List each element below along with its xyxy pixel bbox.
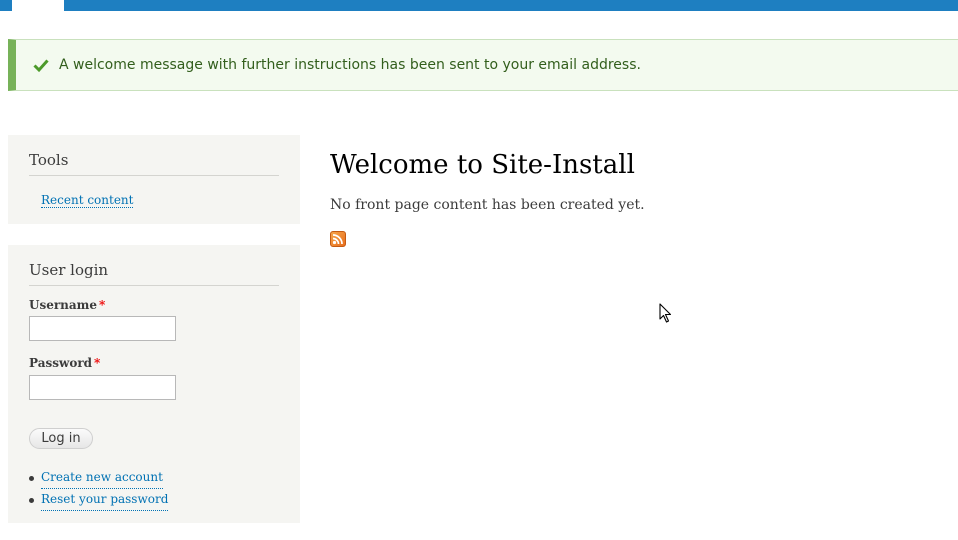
- username-input[interactable]: [29, 316, 176, 341]
- tools-block: Tools Recent content: [8, 135, 300, 224]
- password-label: Password *: [29, 356, 100, 370]
- reset-password-link[interactable]: Reset your password: [41, 489, 169, 511]
- tools-title: Tools: [29, 135, 279, 176]
- list-item: Reset your password: [29, 489, 169, 511]
- rss-feed-icon[interactable]: [330, 231, 346, 247]
- toolbar-bar: [0, 0, 958, 11]
- password-label-text: Password: [29, 356, 93, 370]
- required-marker: *: [99, 298, 106, 312]
- user-login-title: User login: [29, 245, 279, 286]
- login-links: Create new account Reset your password: [29, 467, 169, 511]
- list-item: Create new account: [29, 467, 168, 489]
- status-message: A welcome message with further instructi…: [8, 39, 958, 91]
- status-text: A welcome message with further instructi…: [59, 57, 641, 73]
- check-icon: [33, 57, 49, 73]
- password-input[interactable]: [29, 375, 176, 400]
- username-label-text: Username: [29, 298, 98, 312]
- mouse-pointer-icon: [659, 303, 673, 327]
- required-marker: *: [94, 356, 101, 370]
- bullet-icon: [29, 497, 34, 503]
- tools-links: Recent content: [41, 189, 134, 208]
- page-title: Welcome to Site-Install: [330, 150, 635, 180]
- toolbar-tab[interactable]: [12, 0, 64, 11]
- username-label: Username *: [29, 298, 105, 312]
- create-account-link[interactable]: Create new account: [41, 467, 163, 489]
- user-login-block: User login Username * Password * Log in Cr…: [8, 245, 300, 523]
- bullet-icon: [29, 475, 34, 481]
- log-in-button[interactable]: Log in: [29, 428, 93, 449]
- front-page-message: No front page content has been created y…: [330, 197, 645, 213]
- recent-content-link[interactable]: Recent content: [41, 193, 134, 208]
